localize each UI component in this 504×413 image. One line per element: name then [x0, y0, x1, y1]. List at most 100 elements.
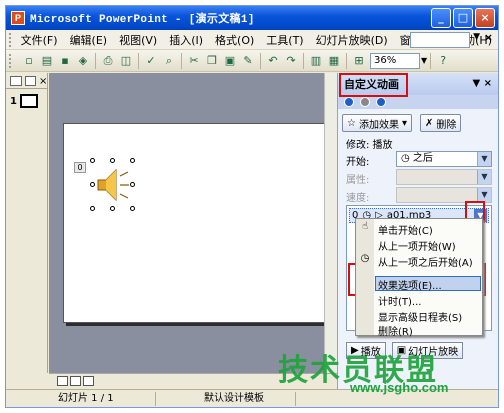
- research-icon[interactable]: ⌕: [161, 53, 177, 69]
- slide-editing-area: 0: [49, 73, 337, 373]
- toolbar-separator: [95, 52, 96, 69]
- help-icon[interactable]: ?: [435, 53, 451, 69]
- close-button[interactable]: ×: [475, 8, 495, 28]
- slide-thumbnail[interactable]: 1: [10, 94, 38, 108]
- mouse-click-icon: ☝: [361, 221, 369, 232]
- new-icon[interactable]: ▫: [21, 53, 37, 69]
- menu-timing[interactable]: 计时(T)...: [378, 293, 421, 308]
- toolbar-separator: [303, 52, 304, 69]
- speed-label: 速度:: [346, 193, 370, 204]
- slides-tab-icon[interactable]: [24, 75, 36, 86]
- zoom-select[interactable]: 36%: [370, 52, 420, 69]
- menu-bar: 文件(F) 编辑(E) 视图(V) 插入(I) 格式(O) 工具(T) 幻灯片放…: [6, 30, 498, 50]
- permission-icon[interactable]: ◈: [75, 53, 91, 69]
- sound-icon[interactable]: [92, 162, 132, 208]
- speed-dropdown-icon: ▼: [477, 188, 491, 202]
- outline-tab-icon[interactable]: [10, 75, 22, 86]
- slide-thumbnail-image[interactable]: [19, 94, 38, 108]
- start-dropdown-icon[interactable]: ▼: [477, 152, 491, 166]
- menu-edit[interactable]: 编辑(E): [64, 32, 114, 48]
- standard-toolbar: ▫ ▤ ▪ ◈ ⎙ ◫ ✓ ⌕ ✂ ❐ ▣ ✎ ↶ ↷ ▥ ▦ ⊞ 36% ▼ …: [6, 50, 498, 72]
- menu-file[interactable]: 文件(F): [15, 32, 64, 48]
- resize-handle[interactable]: [130, 182, 135, 187]
- slideshow-view-icon[interactable]: [83, 375, 94, 386]
- help-question-input[interactable]: [410, 32, 470, 48]
- add-effect-button[interactable]: ☆ 添加效果 ▾: [342, 114, 412, 132]
- menu-start-after-previous[interactable]: 从上一项之后开始(A): [378, 254, 473, 269]
- status-slide-info: 幻灯片 1 / 1: [6, 391, 156, 406]
- toolbar-separator: [346, 52, 347, 69]
- copy-icon[interactable]: ❐: [204, 53, 220, 69]
- watermark-url: www.jsgho.com: [350, 380, 449, 395]
- start-value: 之后: [412, 153, 433, 164]
- menu-effect-options[interactable]: 效果选项(E)...: [378, 277, 442, 292]
- undo-icon[interactable]: ↶: [265, 53, 281, 69]
- vertical-scrollbar[interactable]: [324, 73, 337, 373]
- property-label: 属性:: [346, 175, 370, 186]
- effect-button-row: ☆ 添加效果 ▾ ✗ 删除: [342, 114, 462, 132]
- toolbar-separator: [138, 52, 139, 69]
- help-dropdown-icon[interactable]: ▼: [473, 32, 480, 42]
- menu-grip-icon[interactable]: [9, 32, 12, 47]
- resize-handle[interactable]: [90, 158, 95, 163]
- menu-start-with-previous[interactable]: 从上一项开始(W): [378, 238, 456, 253]
- slide-canvas[interactable]: 0: [63, 123, 329, 323]
- toolbar-separator: [181, 52, 182, 69]
- show-grid-icon[interactable]: ⊞: [351, 53, 367, 69]
- insert-chart-icon[interactable]: ▥: [308, 53, 324, 69]
- document-close-icon[interactable]: ×: [484, 31, 493, 44]
- add-effect-dropdown-icon: ▾: [401, 117, 407, 129]
- zoom-dropdown-icon[interactable]: ▼: [421, 56, 427, 65]
- cut-icon[interactable]: ✂: [186, 53, 202, 69]
- start-label: 开始:: [346, 157, 370, 168]
- title-bar: P Microsoft PowerPoint - [演示文稿1] _ □ ×: [6, 6, 498, 30]
- toolbar-grip-icon[interactable]: [9, 53, 17, 68]
- resize-handle[interactable]: [130, 206, 135, 211]
- forward-icon[interactable]: [360, 97, 370, 107]
- remove-effect-label: 删除: [436, 119, 457, 131]
- print-icon[interactable]: ⎙: [100, 53, 116, 69]
- resize-handle[interactable]: [90, 182, 95, 187]
- resize-handle[interactable]: [110, 206, 115, 211]
- start-select[interactable]: ◷ 之后 ▼: [396, 151, 492, 167]
- powerpoint-app-icon[interactable]: P: [11, 11, 25, 25]
- menu-insert[interactable]: 插入(I): [163, 32, 209, 48]
- resize-handle[interactable]: [130, 158, 135, 163]
- add-effect-label: 添加效果: [358, 119, 399, 131]
- menu-start-on-click[interactable]: 单击开始(C): [378, 222, 433, 237]
- context-menu-icon-strip: [356, 219, 374, 335]
- menu-format[interactable]: 格式(O): [209, 32, 260, 48]
- insert-table-icon[interactable]: ▦: [326, 53, 342, 69]
- redo-icon[interactable]: ↷: [283, 53, 299, 69]
- home-icon[interactable]: [376, 97, 386, 107]
- resize-handle[interactable]: [110, 158, 115, 163]
- menu-show-advanced-timeline[interactable]: 显示高级日程表(S): [378, 309, 462, 324]
- animation-context-menu: ☝ 单击开始(C) 从上一项开始(W) ◷ 从上一项之后开始(A) 效果选项(E…: [355, 218, 483, 338]
- modify-label: 修改: 播放: [346, 140, 393, 151]
- add-effect-star-icon: ☆: [347, 117, 356, 129]
- spelling-icon[interactable]: ✓: [143, 53, 159, 69]
- normal-view-icon[interactable]: [57, 375, 68, 386]
- close-pane-icon[interactable]: ×: [39, 76, 47, 87]
- slide-sorter-view-icon[interactable]: [70, 375, 81, 386]
- toolbar-separator: [260, 52, 261, 69]
- paste-icon[interactable]: ▣: [222, 53, 238, 69]
- resize-handle[interactable]: [90, 206, 95, 211]
- clock-icon: ◷: [401, 153, 413, 164]
- maximize-button[interactable]: □: [453, 8, 473, 28]
- format-painter-icon[interactable]: ✎: [240, 53, 256, 69]
- menu-tools[interactable]: 工具(T): [260, 32, 309, 48]
- remove-effect-button[interactable]: ✗ 删除: [420, 114, 462, 132]
- print-preview-icon[interactable]: ◫: [118, 53, 134, 69]
- menu-slideshow[interactable]: 幻灯片放映(D): [310, 32, 394, 48]
- slides-thumbnail-pane: × 1: [6, 73, 48, 373]
- open-icon[interactable]: ▤: [39, 53, 55, 69]
- back-icon[interactable]: [344, 97, 354, 107]
- task-pane-controls[interactable]: ▼ ×: [472, 78, 492, 89]
- save-icon[interactable]: ▪: [57, 53, 73, 69]
- menu-remove[interactable]: 删除(R): [378, 323, 413, 338]
- animation-order-tag[interactable]: 0: [74, 162, 86, 173]
- minimize-button[interactable]: _: [431, 8, 451, 28]
- clock-after-icon: ◷: [360, 253, 370, 264]
- menu-view[interactable]: 视图(V): [113, 32, 163, 48]
